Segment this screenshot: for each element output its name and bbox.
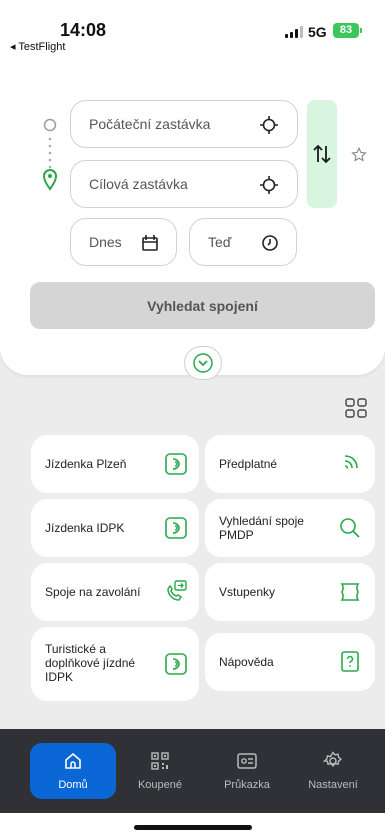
tile-label: Předplatné <box>219 457 278 471</box>
tile-label: Vyhledání spoje PMDP <box>219 514 304 542</box>
search-icon <box>340 518 360 538</box>
locate-icon[interactable] <box>259 175 279 195</box>
route-line-icon <box>42 118 58 191</box>
time-picker[interactable]: Teď <box>189 218 297 266</box>
voucher-icon <box>340 583 360 601</box>
tile-label: Nápověda <box>219 655 274 669</box>
qr-icon <box>151 752 169 770</box>
clock-icon <box>262 235 278 251</box>
nav-label: Domů <box>58 779 88 791</box>
home-indicator <box>0 813 385 839</box>
search-connection-button[interactable]: Vyhledat spojení <box>30 282 375 329</box>
help-icon <box>341 651 359 672</box>
tile-label: Jízdenka Plzeň <box>45 457 127 471</box>
date-picker[interactable]: Dnes <box>70 218 177 266</box>
to-stop-placeholder: Cílová zastávka <box>89 176 188 192</box>
date-label: Dnes <box>89 234 122 250</box>
expand-button[interactable] <box>184 346 222 380</box>
nav-label: Průkazka <box>224 779 270 791</box>
swap-stops-button[interactable] <box>307 100 337 208</box>
tile-napoveda[interactable]: Nápověda <box>205 633 375 691</box>
tile-spoje-na-zavolani[interactable]: Spoje na zavolání <box>31 563 199 621</box>
nav-label: Koupené <box>137 779 183 791</box>
network-label: 5G <box>308 24 327 40</box>
ticket-icon <box>165 453 187 475</box>
favorite-star-icon[interactable] <box>350 146 368 164</box>
status-time: 14:08 <box>60 20 107 40</box>
calendar-icon <box>142 235 158 251</box>
back-to-app-link[interactable]: ◂ TestFlight <box>10 40 65 53</box>
nav-item-pass[interactable]: Průkazka <box>204 743 290 799</box>
nav-item-purchased[interactable]: Koupené <box>117 743 203 799</box>
phone-icon <box>167 580 187 601</box>
battery-icon: 83 <box>333 23 362 38</box>
tile-vyhledani-spoje[interactable]: Vyhledání spoje PMDP <box>205 499 375 557</box>
swap-arrows-icon <box>313 144 331 164</box>
gear-icon <box>323 751 342 767</box>
nav-label: Nastavení <box>308 779 358 791</box>
chevron-down-icon <box>193 353 213 373</box>
status-bar: 14:08 ◂ TestFlight 5G 83 <box>0 0 385 60</box>
ticket-icon <box>165 653 187 675</box>
from-stop-input[interactable]: Počáteční zastávka <box>70 100 298 148</box>
tile-label: Vstupenky <box>219 585 276 599</box>
tile-label: Turistické a doplňkové jízdné IDPK <box>45 642 136 684</box>
to-stop-input[interactable]: Cílová zastávka <box>70 160 298 208</box>
grid-view-icon[interactable] <box>345 398 367 418</box>
bottom-nav: Domů Koupené Průkazka Nastavení <box>0 729 385 813</box>
tile-turisticke-jizdne[interactable]: Turistické a doplňkové jízdné IDPK <box>31 627 199 701</box>
signal-icon <box>285 26 303 38</box>
tile-jizdenka-plzen[interactable]: Jízdenka Plzeň <box>31 435 199 493</box>
nav-item-settings[interactable]: Nastavení <box>290 743 376 799</box>
ticket-icon <box>165 517 187 539</box>
nav-item-home[interactable]: Domů <box>30 743 116 799</box>
tile-vstupenky[interactable]: Vstupenky <box>205 563 375 621</box>
tile-label: Spoje na zavolání <box>45 585 141 599</box>
time-label: Teď <box>208 234 232 250</box>
from-stop-placeholder: Počáteční zastávka <box>89 116 211 132</box>
locate-icon[interactable] <box>259 115 279 135</box>
tile-label: Jízdenka IDPK <box>45 521 125 535</box>
tile-predplatne[interactable]: Předplatné <box>205 435 375 493</box>
nfc-icon <box>344 455 358 469</box>
home-icon <box>65 752 81 769</box>
tile-jizdenka-idpk[interactable]: Jízdenka IDPK <box>31 499 199 557</box>
card-icon <box>237 753 257 769</box>
